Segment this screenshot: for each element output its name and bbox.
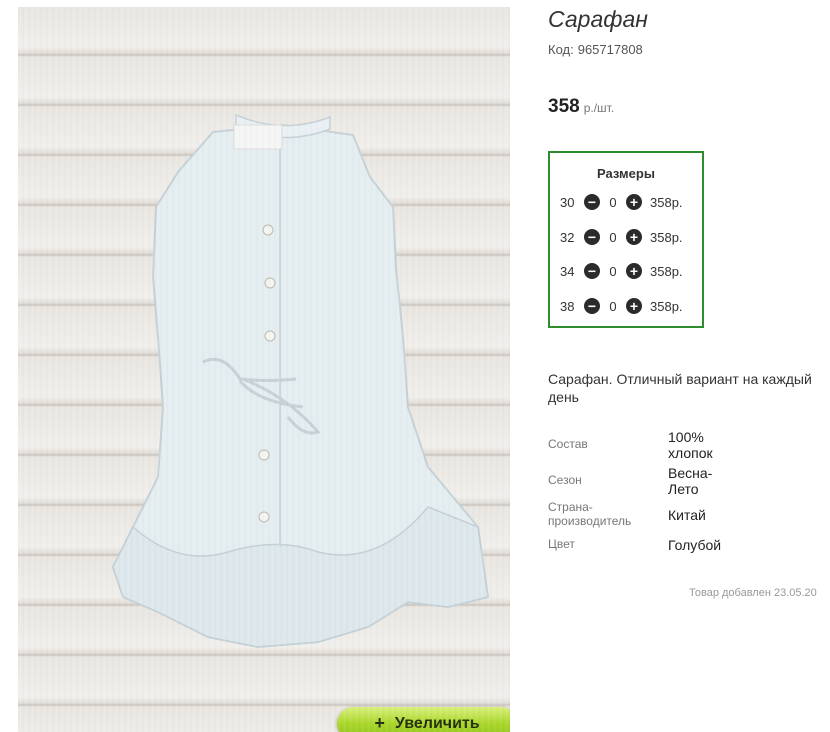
size-price: 358р. [650,194,683,210]
added-date: Товар добавлен 23.05.20 [689,587,817,599]
quantity-value: 0 [609,263,617,279]
size-row: 32 − 0 + 358р. [560,227,683,247]
price-unit: р./шт. [583,101,615,115]
property-label: Цвет [548,537,575,551]
property-label: Страна-производитель [548,500,632,528]
size-value: 34 [560,263,575,279]
sizes-header: Размеры [597,166,655,181]
zoom-button[interactable]: + Увеличить [337,707,510,732]
product-title: Сарафан [548,6,648,32]
dress-illustration [111,113,490,649]
plus-circle-icon[interactable]: + [626,263,642,279]
plus-circle-icon[interactable]: + [626,194,642,210]
property-value: Весна-Лето [668,465,713,497]
minus-circle-icon[interactable]: − [584,229,600,245]
property-value: 100% хлопок [668,429,713,461]
product-code-value: 965717808 [577,42,643,57]
quantity-value: 0 [609,229,617,245]
plus-icon: + [374,713,385,732]
product-code: Код: 965717808 [548,42,643,57]
plus-circle-icon[interactable]: + [626,229,642,245]
product-description: Сарафан. Отличный вариант на каждый день [548,371,812,405]
product-image[interactable]: + Увеличить [18,7,510,732]
quantity-value: 0 [609,298,617,314]
sizes-panel: Размеры 30 − 0 + 358р. 32 − 0 + 358р. 34… [548,151,704,328]
property-label: Состав [548,437,588,451]
size-price: 358р. [650,263,683,279]
quantity-value: 0 [609,194,617,210]
plus-circle-icon[interactable]: + [626,298,642,314]
size-row: 30 − 0 + 358р. [560,192,683,212]
size-value: 38 [560,298,575,314]
size-row: 34 − 0 + 358р. [560,261,683,281]
size-value: 30 [560,194,575,210]
property-value: Китай [668,507,706,523]
size-row: 38 − 0 + 358р. [560,296,683,316]
size-price: 358р. [650,298,683,314]
size-value: 32 [560,229,575,245]
minus-circle-icon[interactable]: − [584,298,600,314]
product-code-label: Код: [548,42,574,57]
price-value: 358 [548,96,580,117]
property-value: Голубой [668,537,722,553]
size-price: 358р. [650,229,683,245]
minus-circle-icon[interactable]: − [584,194,600,210]
zoom-button-label: Увеличить [394,714,480,732]
minus-circle-icon[interactable]: − [584,263,600,279]
product-price: 358 р./шт. [548,96,614,118]
property-label: Сезон [548,473,582,487]
